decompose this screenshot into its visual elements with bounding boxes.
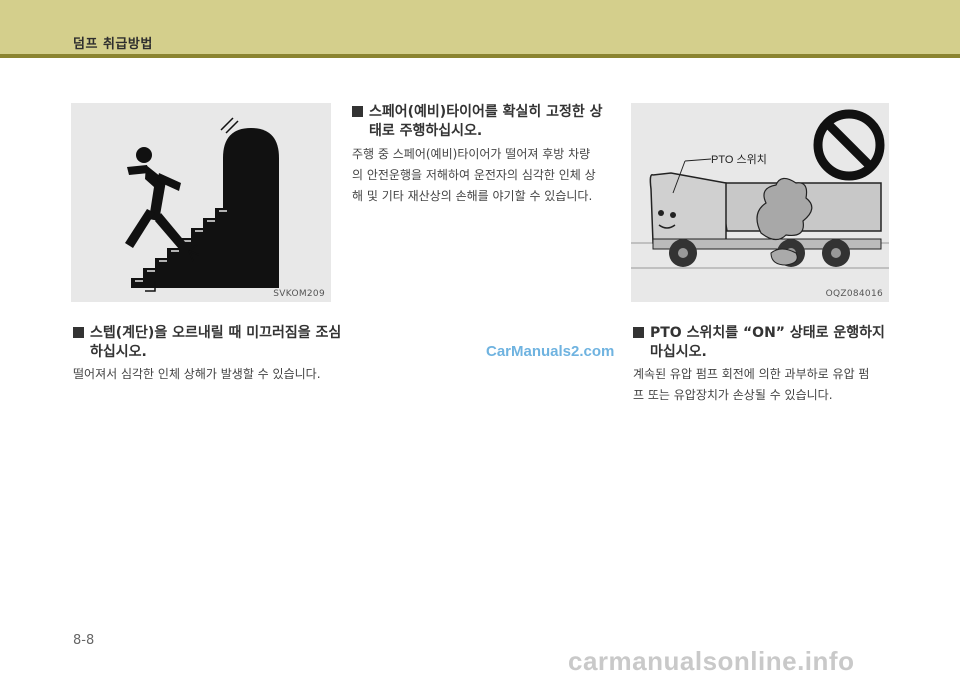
bullet-square [73, 327, 84, 338]
pto-truck-figure: PTO 스위치 OQZ084016 [631, 103, 889, 302]
right-section-title: PTO 스위치를 “ON” 상태로 운행하지 마십시오. [633, 324, 898, 362]
middle-title-line2: 태로 주행하십시오. [369, 123, 483, 139]
truck-illustration [631, 109, 889, 269]
watermark-link[interactable]: CarManuals2.com [486, 343, 614, 360]
right-title-line1: PTO 스위치를 “ON” 상태로 운행하지 [650, 325, 885, 341]
header-title: 덤프 취급방법 [73, 37, 153, 52]
left-section-title: 스텝(계단)을 오르내릴 때 미끄러짐을 조심 하십시오. [73, 324, 343, 362]
middle-body-line1: 주행 중 스페어(예비)타이어가 떨어져 후방 차량 [352, 147, 591, 161]
pto-switch-label: PTO 스위치 [711, 154, 767, 166]
figure-code: SVKOM209 [273, 289, 325, 299]
left-title-line2: 하십시오. [90, 344, 147, 360]
bullet-square [352, 106, 363, 117]
watermark-footer: carmanualsonline.info [568, 646, 855, 676]
right-body-line1: 계속된 유압 펌프 회전에 의한 과부하로 유압 펌 [633, 367, 870, 381]
left-title-line1: 스텝(계단)을 오르내릴 때 미끄러짐을 조심 [90, 325, 342, 341]
middle-section-title: 스페어(예비)타이어를 확실히 고정한 상 태로 주행하십시오. [352, 103, 627, 141]
left-body: 떨어져서 심각한 인체 상해가 발생할 수 있습니다. [73, 367, 321, 381]
middle-body: 주행 중 스페어(예비)타이어가 떨어져 후방 차량 의 안전운행을 저해하여 … [352, 144, 627, 207]
right-title-line2: 마십시오. [650, 344, 707, 360]
slip-illustration [125, 117, 279, 292]
right-body-line2: 프 또는 유압장치가 손상될 수 있습니다. [633, 388, 833, 402]
page-number: 8-8 [73, 633, 95, 648]
figure-code: OQZ084016 [825, 289, 883, 299]
bullet-square [633, 327, 644, 338]
right-body: 계속된 유압 펌프 회전에 의한 과부하로 유압 펌 프 또는 유압장치가 손상… [633, 364, 895, 406]
slip-on-steps-figure: SVKOM209 [71, 103, 331, 302]
middle-body-line2: 의 안전운행을 저해하여 운전자의 심각한 인체 상 [352, 168, 596, 182]
middle-body-line3: 해 및 기타 재산상의 손해를 야기할 수 있습니다. [352, 189, 593, 203]
header-rule [0, 54, 960, 58]
middle-title-line1: 스페어(예비)타이어를 확실히 고정한 상 [369, 104, 603, 120]
